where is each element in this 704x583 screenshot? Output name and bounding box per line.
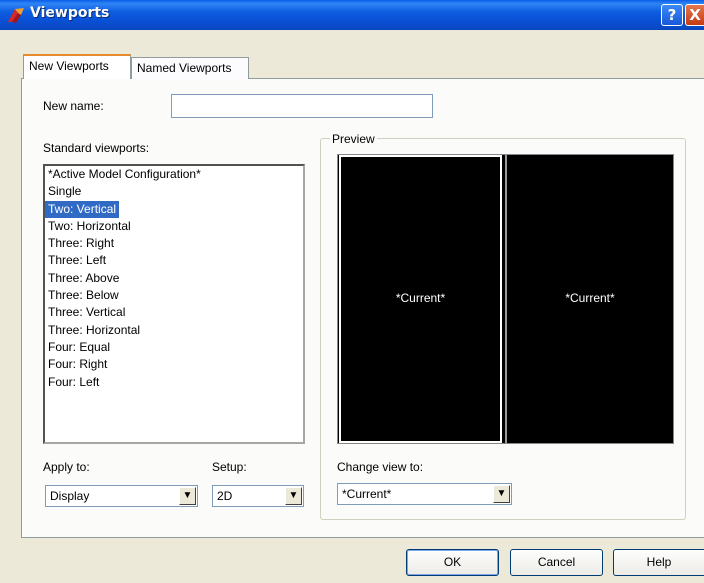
apply-to-label: Apply to: (43, 460, 90, 474)
list-item[interactable]: Single (45, 183, 303, 200)
list-item[interactable]: Three: Horizontal (45, 322, 303, 339)
app-icon (8, 8, 24, 23)
list-item[interactable]: Four: Equal (45, 339, 303, 356)
change-view-dropdown[interactable]: *Current* ▼ (337, 483, 512, 505)
list-item[interactable]: Three: Vertical (45, 304, 303, 321)
viewport-right-label: *Current* (565, 291, 615, 305)
help-title-button[interactable]: ? (661, 4, 683, 26)
cancel-button[interactable]: Cancel (510, 549, 603, 576)
tab-named-viewports[interactable]: Named Viewports (131, 57, 249, 79)
viewport-left[interactable]: *Current* (339, 155, 502, 443)
chevron-down-icon[interactable]: ▼ (179, 487, 196, 505)
list-item[interactable]: Three: Right (45, 235, 303, 252)
setup-value: 2D (217, 489, 233, 503)
new-name-label: New name: (43, 99, 104, 113)
list-item[interactable]: *Active Model Configuration* (45, 166, 303, 183)
chevron-down-icon[interactable]: ▼ (493, 485, 510, 503)
standard-viewports-label: Standard viewports: (43, 141, 150, 155)
change-view-value: *Current* (342, 487, 392, 501)
window-title: Viewports (30, 5, 110, 21)
preview-canvas[interactable]: *Current* *Current* (337, 154, 674, 444)
viewport-left-label: *Current* (395, 291, 446, 305)
list-item[interactable]: Four: Right (45, 356, 303, 373)
new-name-input[interactable] (171, 94, 433, 118)
viewports-dialog: Viewports ? X New Viewports Named Viewpo… (0, 0, 704, 583)
list-item-selected[interactable]: Two: Vertical (45, 200, 120, 218)
list-item[interactable]: Three: Above (45, 270, 303, 287)
ok-button[interactable]: OK (406, 549, 499, 576)
setup-dropdown[interactable]: 2D ▼ (212, 485, 304, 507)
change-view-label: Change view to: (337, 460, 424, 474)
close-button[interactable]: X (685, 4, 704, 26)
standard-viewports-list[interactable]: *Active Model Configuration* Single Two:… (43, 164, 305, 444)
list-item[interactable]: Four: Left (45, 374, 303, 391)
list-item[interactable]: Two: Horizontal (45, 218, 303, 235)
tab-new-viewports[interactable]: New Viewports (23, 54, 131, 79)
title-bar[interactable]: Viewports ? X (0, 0, 704, 30)
setup-label: Setup: (212, 460, 247, 474)
preview-title: Preview (330, 132, 377, 146)
apply-to-dropdown[interactable]: Display ▼ (45, 485, 198, 507)
chevron-down-icon[interactable]: ▼ (285, 487, 302, 505)
viewport-right[interactable]: *Current* (505, 155, 673, 443)
apply-to-value: Display (50, 489, 90, 503)
help-button[interactable]: Help (613, 549, 704, 576)
list-item[interactable]: Three: Left (45, 252, 303, 269)
list-item[interactable]: Three: Below (45, 287, 303, 304)
